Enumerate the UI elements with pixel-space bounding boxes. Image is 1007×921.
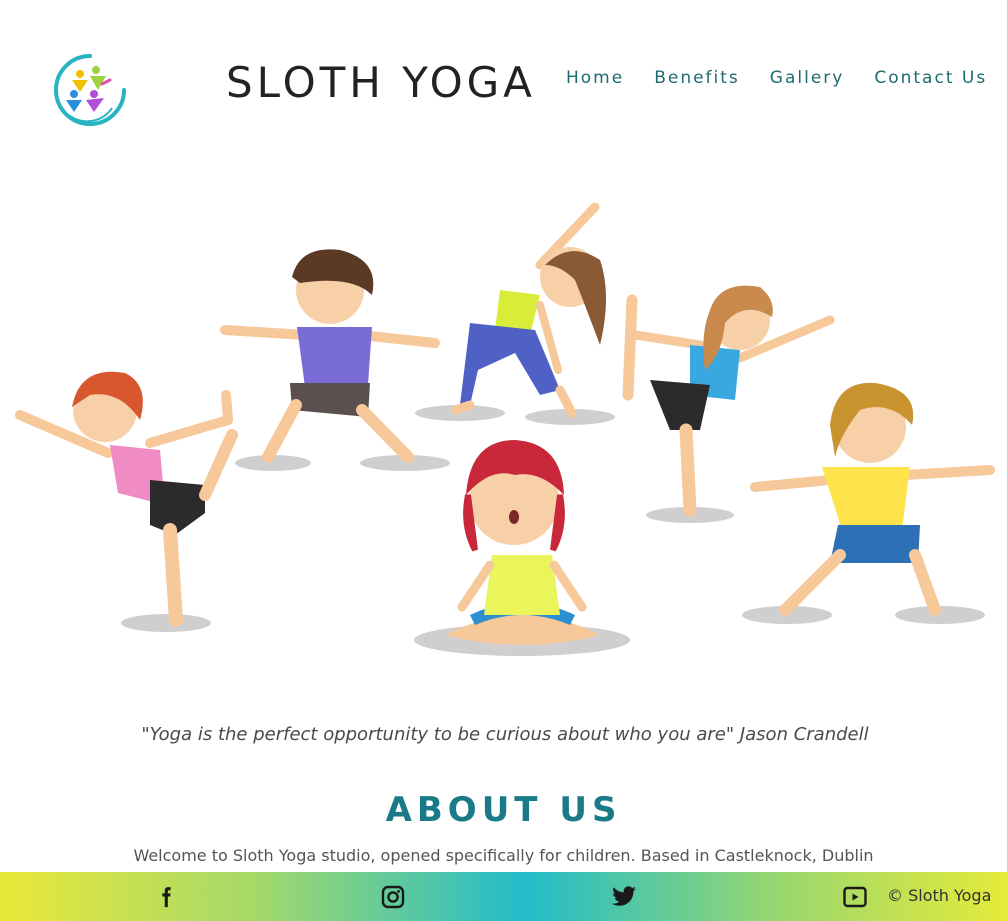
instagram-icon[interactable] [380,884,406,910]
main-nav: Home Benefits Gallery Contact Us [566,68,987,88]
nav-home-link[interactable]: Home [566,68,624,88]
copyright-text: © Sloth Yoga [887,886,992,905]
kid-meditating [445,440,600,645]
site-header: SLOTH YOGA Home Benefits Gallery Contact… [0,0,1007,160]
site-footer: © Sloth Yoga [0,872,1007,921]
hero-illustration [15,202,995,656]
nav-gallery-link[interactable]: Gallery [770,68,845,88]
about-us-heading: ABOUT US [385,790,622,830]
kid-yellow-triangle [450,202,606,418]
kid-yellow-warrior [750,382,995,616]
sloth-yoga-logo-icon[interactable] [50,50,130,130]
twitter-icon[interactable] [611,884,637,910]
youtube-icon[interactable] [842,884,868,910]
kid-purple-warrior [220,249,440,463]
kid-blue-dancer [622,285,835,517]
site-title[interactable]: SLOTH YOGA [226,58,536,107]
nav-benefits-link[interactable]: Benefits [654,68,740,88]
nav-contact-link[interactable]: Contact Us [874,68,987,88]
about-us-text: Welcome to Sloth Yoga studio, opened spe… [133,846,874,865]
featured-quote: "Yoga is the perfect opportunity to be c… [141,724,869,745]
facebook-icon[interactable] [153,884,179,910]
kid-pink-dancer [15,371,238,627]
